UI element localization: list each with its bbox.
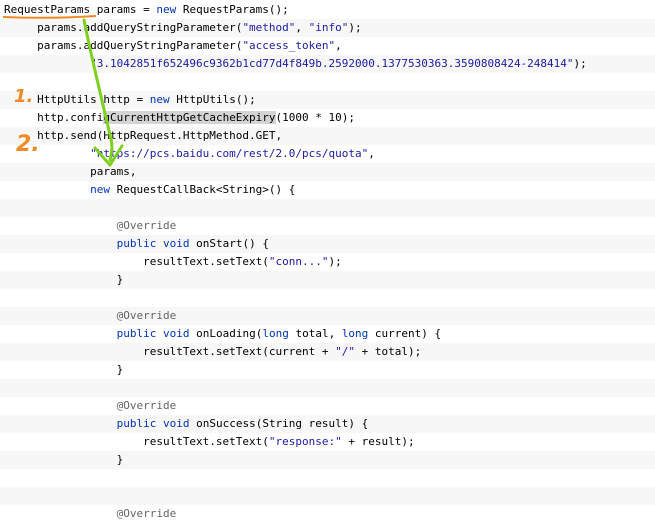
annotation-underline: [2, 15, 97, 19]
annotation-overlay: [2, 15, 124, 167]
annotation-arrow-line: [82, 18, 114, 162]
annotation-arrow-head: [93, 144, 124, 167]
